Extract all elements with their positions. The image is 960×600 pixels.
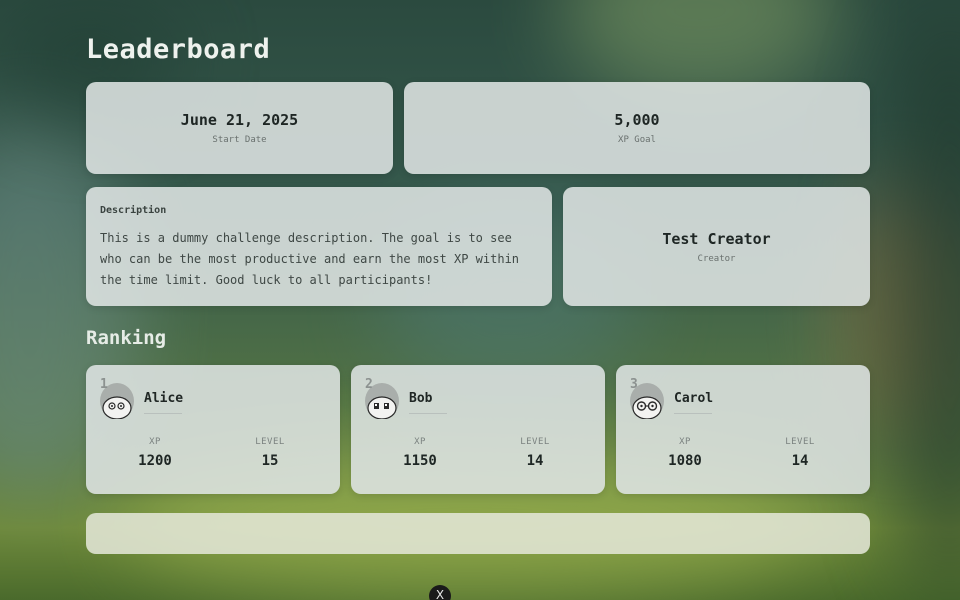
page-title: Leaderboard [86, 34, 271, 65]
start-date-label: Start Date [212, 135, 267, 145]
xp-goal-value: 5,000 [614, 111, 660, 129]
player-card[interactable]: 2 Bob XP 1150 LEVEL 14 [351, 365, 605, 494]
level-label: LEVEL [520, 437, 550, 447]
player-card[interactable]: 3 Carol XP 1080 LEVEL 14 [616, 365, 870, 494]
name-divider [409, 413, 447, 414]
xp-value: 1200 [138, 453, 172, 469]
level-value: 14 [526, 453, 544, 469]
creator-label: Creator [697, 253, 736, 264]
rank-number: 1 [100, 377, 108, 392]
rank-number: 2 [365, 377, 373, 392]
description-text: This is a dummy challenge description. T… [100, 231, 520, 287]
description-title: Description [100, 205, 167, 216]
creator-card: Test Creator Creator [563, 187, 870, 306]
xp-value: 1150 [403, 453, 437, 469]
xp-stat: XP 1150 [370, 437, 470, 469]
level-value: 14 [791, 453, 809, 469]
creator-name: Test Creator [662, 229, 771, 248]
level-stat: LEVEL 15 [220, 437, 320, 469]
ranking-title: Ranking [86, 327, 167, 349]
player-name: Carol [674, 391, 714, 406]
start-date-card: June 21, 2025 Start Date [86, 82, 393, 174]
level-stat: LEVEL 14 [750, 437, 850, 469]
description-card: Description This is a dummy challenge de… [86, 187, 552, 306]
player-card[interactable]: 1 Alice XP 1200 LEVEL 15 [86, 365, 340, 494]
name-divider [144, 413, 182, 414]
close-icon: X [435, 588, 445, 600]
player-name: Alice [144, 391, 184, 406]
bottom-panel [86, 513, 870, 554]
xp-label: XP [679, 437, 691, 447]
xp-stat: XP 1200 [105, 437, 205, 469]
level-label: LEVEL [255, 437, 285, 447]
rank-number: 3 [630, 377, 638, 392]
name-divider [674, 413, 712, 414]
level-value: 15 [261, 453, 279, 469]
level-stat: LEVEL 14 [485, 437, 585, 469]
xp-stat: XP 1080 [635, 437, 735, 469]
xp-goal-label: XP Goal [618, 135, 656, 145]
xp-goal-card: 5,000 XP Goal [404, 82, 870, 174]
start-date-value: June 21, 2025 [180, 111, 299, 129]
player-name: Bob [409, 391, 433, 406]
close-button[interactable]: X [429, 585, 451, 600]
xp-label: XP [414, 437, 426, 447]
level-label: LEVEL [785, 437, 815, 447]
xp-label: XP [149, 437, 161, 447]
xp-value: 1080 [668, 453, 702, 469]
